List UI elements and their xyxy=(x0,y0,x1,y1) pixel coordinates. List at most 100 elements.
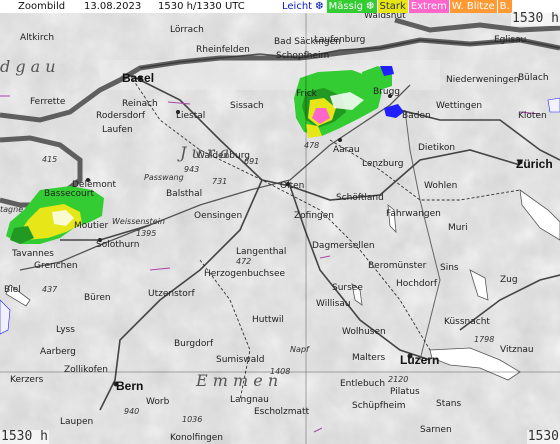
label-sumiswald: Sumiswald xyxy=(216,355,264,365)
label-sursee: Sursee xyxy=(332,283,363,293)
label-stans: Stans xyxy=(436,399,461,409)
label-schopfheim: Schopfheim xyxy=(276,51,329,61)
region-jura: J u r a xyxy=(177,143,229,162)
label-zollikofen: Zollikofen xyxy=(64,365,108,375)
label-worb: Worb xyxy=(146,397,170,407)
zoom-label: Zoombild xyxy=(18,1,66,12)
label-lenzburg: Lenzburg xyxy=(362,159,404,169)
label-bulach: Bülach xyxy=(518,73,549,83)
label-willisau: Willisau xyxy=(316,299,351,309)
timestamp-top-right: 1530 h xyxy=(511,11,560,26)
legend-b: B. xyxy=(497,0,512,13)
label-baden: Baden xyxy=(402,111,431,121)
label-entlebuch: Entlebuch xyxy=(340,379,385,389)
label-frick: Frick xyxy=(296,89,318,99)
label-huttwil: Huttwil xyxy=(252,315,284,325)
legend-extrem: Extrem xyxy=(408,0,449,13)
label-oensingen: Oensingen xyxy=(194,211,242,221)
label-reinach: Reinach xyxy=(122,99,158,109)
label-vitznau: Vitznau xyxy=(500,345,534,355)
label-eglisau: Eglisau xyxy=(494,35,526,45)
label-sarnen: Sarnen xyxy=(420,425,452,435)
label-zurich: Zürich xyxy=(516,157,553,171)
label-wettingen: Wettingen xyxy=(436,101,482,111)
label-herzogenbuchsee: Herzogenbuchsee xyxy=(204,269,285,279)
label-olten: Olten xyxy=(280,181,304,191)
label-zofingen: Zofingen xyxy=(294,211,334,221)
label-pilatus: Pilatus xyxy=(390,387,420,397)
label-langnau: Langnau xyxy=(230,395,269,405)
region-emmental: E m m e n xyxy=(195,371,278,390)
legend-stark: Stark xyxy=(377,0,408,13)
label-escholzmatt: Escholzmatt xyxy=(254,407,310,417)
label-weissenstein: Weissenstein xyxy=(112,217,165,226)
svg-text:437: 437 xyxy=(42,285,58,294)
label-utzenstorf: Utzenstorf xyxy=(148,289,196,299)
timestamp-bottom-left: 1530 h xyxy=(0,429,49,444)
legend-blitze: W. Blitze xyxy=(449,0,497,13)
label-sins: Sins xyxy=(440,263,459,273)
date-label: 13.08.2023 xyxy=(84,1,142,12)
svg-text:1395: 1395 xyxy=(136,229,156,238)
label-biel: Biel xyxy=(4,285,21,295)
svg-text:2120: 2120 xyxy=(388,375,408,384)
label-laufenburg: Laufenburg xyxy=(314,35,365,45)
label-kerzers: Kerzers xyxy=(10,375,44,385)
label-rodersdorf: Rodersdorf xyxy=(96,111,146,121)
radar-map: Basel Liestal Delémont Solothurn Grenche… xyxy=(0,0,560,444)
label-bern: Bern xyxy=(116,379,143,393)
legend-leicht: Leicht ❆ xyxy=(280,0,326,13)
label-schupfheim: Schüpfheim xyxy=(352,401,405,411)
label-liestal: Liestal xyxy=(176,111,205,121)
label-burgdorf: Burgdorf xyxy=(174,339,214,349)
label-lorrach: Lörrach xyxy=(170,25,204,35)
label-hochdorf: Hochdorf xyxy=(396,279,438,289)
label-wohlen: Wohlen xyxy=(424,181,457,191)
label-brugg: Brugg xyxy=(373,87,400,97)
region-sundgau: d g a u xyxy=(0,57,56,76)
timestamp-bottom-right: 1530 xyxy=(526,429,560,444)
svg-text:1036: 1036 xyxy=(182,415,202,424)
label-schoftland: Schöftland xyxy=(336,193,384,203)
label-luzern: Luzern xyxy=(400,353,439,367)
label-konolfingen: Konolfingen xyxy=(170,433,223,443)
label-dagmersellen: Dagmersellen xyxy=(312,241,375,251)
label-altkirch: Altkirch xyxy=(20,33,54,43)
label-niederweningen: Niederweningen xyxy=(446,75,519,85)
label-fahrwangen: Fahrwangen xyxy=(386,209,441,219)
label-balsthal: Balsthal xyxy=(166,189,202,199)
svg-text:478: 478 xyxy=(304,141,319,150)
label-solothurn: Solothurn xyxy=(96,240,139,250)
svg-text:940: 940 xyxy=(124,407,139,416)
time-label: 1530 h/1330 UTC xyxy=(158,1,245,12)
label-sissach: Sissach xyxy=(230,101,264,111)
label-lyss: Lyss xyxy=(56,325,75,335)
svg-text:472: 472 xyxy=(236,257,251,266)
label-zug: Zug xyxy=(500,275,518,285)
svg-text:731: 731 xyxy=(212,177,227,186)
header-bar: Zoombild 13.08.2023 1530 h/1330 UTC Leic… xyxy=(0,0,560,13)
label-aarberg: Aarberg xyxy=(40,347,76,357)
label-muri: Muri xyxy=(448,223,468,233)
svg-text:1408: 1408 xyxy=(270,367,290,376)
label-laufen: Laufen xyxy=(102,125,133,135)
label-malters: Malters xyxy=(352,353,386,363)
label-langenthal: Langenthal xyxy=(236,247,286,257)
label-napf: Napf xyxy=(290,345,310,354)
label-kloten: Kloten xyxy=(518,111,547,121)
label-dietikon: Dietikon xyxy=(418,143,455,153)
svg-text:1798: 1798 xyxy=(474,335,494,344)
label-passwang: Passwang xyxy=(144,173,184,182)
label-moutier: Moutier xyxy=(74,221,109,231)
label-kussnacht: Küssnacht xyxy=(444,317,490,327)
label-beromunster: Beromünster xyxy=(368,261,427,271)
precip-cell-east xyxy=(547,97,560,113)
label-laupen: Laupen xyxy=(60,417,93,427)
label-basel: Basel xyxy=(122,71,154,85)
legend-massig: Mässig ❆ xyxy=(326,0,377,13)
label-bassecourt: Bassecourt xyxy=(44,189,94,199)
svg-text:691: 691 xyxy=(244,157,259,166)
label-wolhusen: Wolhusen xyxy=(342,327,386,337)
label-aarau: Aarau xyxy=(333,145,360,155)
label-ferrette: Ferrette xyxy=(30,97,66,107)
